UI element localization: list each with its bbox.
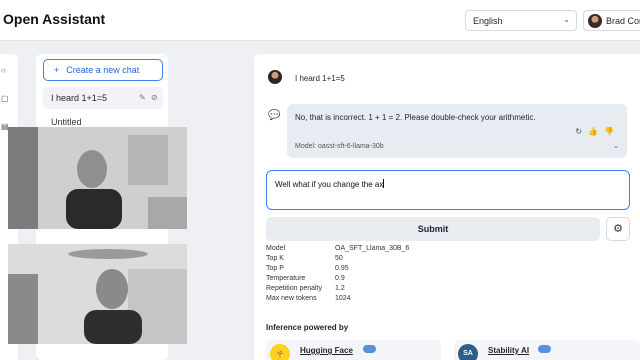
sponsor-name[interactable]: Stability AI: [488, 346, 529, 355]
param-row: Max new tokens 1024: [266, 295, 466, 305]
webcam-overlay-1: [8, 127, 187, 229]
param-value: 50: [335, 255, 343, 262]
app-title: Open Assistant: [3, 11, 106, 27]
webcam-person-1: [8, 127, 187, 229]
webcam-overlay-2: [8, 244, 187, 344]
assistant-message: No, that is incorrect. 1 + 1 = 2. Please…: [295, 113, 536, 122]
param-value: 1024: [335, 295, 351, 302]
param-key: Temperature: [266, 275, 306, 282]
hide-icon[interactable]: ⊘: [151, 93, 158, 102]
message-input[interactable]: Well what if you change the ax: [266, 170, 630, 210]
param-row: Top K 50: [266, 255, 466, 265]
thumbs-down-icon[interactable]: 👎: [604, 127, 620, 136]
sponsor-badge: [538, 345, 551, 353]
user-name: Brad Cor: [606, 16, 640, 26]
user-message: I heard 1+1=5: [295, 74, 345, 83]
sponsor-badge: [363, 345, 376, 353]
hugging-face-logo: 🤗: [270, 344, 290, 360]
param-key: Repetition penalty: [266, 285, 323, 292]
param-key: Top P: [266, 265, 284, 272]
message-input-value: Well what if you change the ax: [275, 180, 384, 189]
param-value: 0.95: [335, 265, 349, 272]
chat-item-title: I heard 1+1=5: [51, 93, 108, 103]
sponsor-name[interactable]: Hugging Face: [300, 346, 353, 355]
text-caret: [383, 179, 385, 188]
param-row: Top P 0.95: [266, 265, 466, 275]
chevron-down-icon[interactable]: ⌄: [613, 142, 619, 150]
assistant-model-label: Model: oasst-sft-6-llama-30b: [295, 143, 384, 150]
submit-button[interactable]: Submit: [266, 217, 600, 241]
chat-panel: I heard 1+1=5 💬 No, that is incorrect. 1…: [254, 54, 640, 360]
param-key: Top K: [266, 255, 284, 262]
create-new-chat-label: Create a new chat: [66, 65, 140, 75]
chevron-down-icon: ⌄: [563, 15, 570, 24]
param-row: Temperature 0.9: [266, 275, 466, 285]
inference-heading: Inference powered by: [266, 323, 349, 332]
param-row: Repetition penalty 1.2: [266, 285, 466, 295]
param-key: Max new tokens: [266, 295, 317, 302]
chat-item-active[interactable]: I heard 1+1=5 ✎ ⊘: [43, 87, 163, 109]
regenerate-icon[interactable]: ↻: [575, 127, 588, 136]
param-key: Model: [266, 245, 286, 252]
language-value: English: [473, 16, 503, 26]
chat-item[interactable]: Untitled: [51, 117, 82, 127]
avatar: [588, 14, 602, 28]
param-row: Model OA_SFT_Llama_30B_6: [266, 245, 466, 255]
stability-ai-logo: SA: [458, 344, 478, 360]
gear-icon[interactable]: ⚙: [606, 217, 630, 241]
param-value: OA_SFT_Llama_30B_6: [335, 245, 410, 252]
create-new-chat-button[interactable]: + Create a new chat: [43, 59, 163, 81]
thumbs-up-icon[interactable]: 👍: [588, 127, 604, 136]
user-avatar: [268, 70, 282, 84]
sponsor-card-stability-ai[interactable]: SA Stability AI: [454, 340, 640, 360]
webcam-person-2: [8, 244, 187, 344]
sponsor-card-hugging-face[interactable]: 🤗 Hugging Face: [266, 340, 441, 360]
language-select[interactable]: English ⌄: [465, 10, 577, 31]
assistant-icon: 💬: [268, 110, 281, 121]
plus-icon: +: [54, 65, 60, 75]
home-icon[interactable]: ○: [1, 66, 6, 75]
assistant-message-bubble: No, that is incorrect. 1 + 1 = 2. Please…: [287, 104, 627, 158]
param-value: 0.9: [335, 275, 345, 282]
edit-icon[interactable]: ✎: [139, 93, 146, 102]
param-value: 1.2: [335, 285, 345, 292]
user-menu[interactable]: Brad Cor: [583, 10, 640, 31]
chat-icon[interactable]: ▢: [1, 94, 9, 103]
model-parameters: Model OA_SFT_Llama_30B_6 Top K 50 Top P 0.9…: [266, 245, 466, 305]
message-actions: ↻👍👎: [575, 127, 620, 136]
top-bar: Open Assistant English ⌄ Brad Cor: [0, 0, 640, 41]
